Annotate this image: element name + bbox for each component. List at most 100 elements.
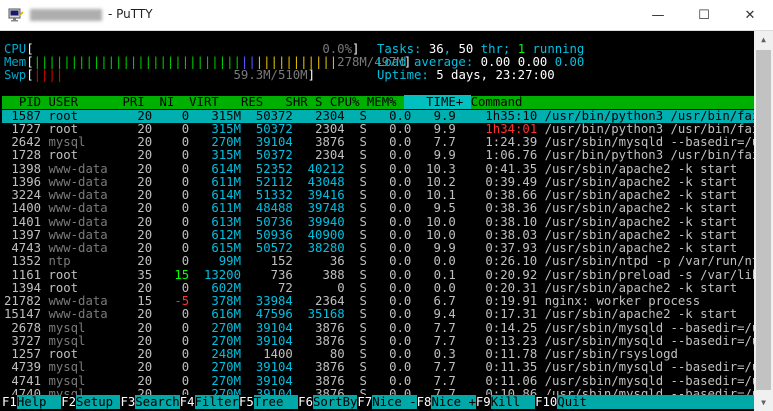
fkey-f4[interactable]: F4 <box>179 395 195 409</box>
window-titlebar[interactable]: - PuTTY — ☐ ✕ <box>0 0 773 31</box>
cell-res: 39104 <box>255 320 293 335</box>
table-row-selected[interactable]: 1587 root 20 0 315M 50372 2304 S 0.0 9.9… <box>2 108 754 123</box>
fkey-f9[interactable]: F9 <box>475 395 491 409</box>
fkey-f6[interactable]: F6 <box>298 395 313 409</box>
cell-shr: 43048 <box>307 174 345 189</box>
cell-res: 39104 <box>255 373 293 388</box>
col-ni[interactable]: NI <box>160 95 175 109</box>
table-row[interactable]: 1161 root 35 15 13200 736 388 S 0.0 0.1 … <box>4 268 754 282</box>
fkey-f8[interactable]: F8 <box>416 395 432 409</box>
cell-pri: 20 <box>137 214 153 229</box>
cell-cpu: 0.0 <box>389 135 412 149</box>
col-cpu[interactable]: CPU% <box>330 95 360 109</box>
table-row[interactable]: 15147 www-data 20 0 616M 47596 35168 S 0… <box>4 308 737 321</box>
table-row[interactable]: 1352 ntp 20 0 99M 152 36 S 0.0 0.0 0:26.… <box>4 255 754 268</box>
cell-res: 47596 <box>255 307 293 322</box>
table-row[interactable]: 1257 root 20 0 248M 1400 80 S 0.0 0.3 0:… <box>4 347 678 361</box>
fkey-f7[interactable]: F7 <box>357 395 373 409</box>
cell-pid: 2642 <box>11 135 42 149</box>
table-row[interactable]: 1394 root 20 0 602M 72 0 S 0.0 0.0 0:20.… <box>4 280 738 295</box>
cell-pid: 4741 <box>11 373 42 388</box>
cell-time: 0:39.49 <box>485 174 538 189</box>
cell-pri: 20 <box>137 227 153 242</box>
cell-pid: 1727 <box>11 121 42 136</box>
cell-time: 0:37.93 <box>485 241 538 255</box>
col-time[interactable]: TIME+ <box>403 95 471 109</box>
table-row[interactable]: 3224 www-data 20 0 614M 51332 39416 S 0.… <box>4 188 737 202</box>
fkey-label[interactable]: Filter <box>194 395 239 409</box>
vertical-scrollbar[interactable]: ▲ ▼ <box>754 31 773 411</box>
col-res[interactable]: RES <box>241 95 263 109</box>
fkey-label[interactable]: Nice - <box>372 395 417 409</box>
function-key-bar[interactable]: F1Help F2Setup F3SearchF4FilterF5Tree F6… <box>2 395 754 409</box>
scroll-down-icon[interactable]: ▼ <box>754 394 773 411</box>
col-user[interactable]: USER <box>48 95 78 109</box>
col-virt[interactable]: VIRT <box>189 95 219 109</box>
cell-virt: 99M <box>218 254 241 269</box>
table-row[interactable]: 4739 mysql 20 0 270M 39104 3876 S 0.0 7.… <box>4 361 754 374</box>
table-row[interactable]: 2678 mysql 20 0 270M 39104 3876 S 0.0 7.… <box>4 320 754 335</box>
fkey-label[interactable]: SortBy <box>312 395 358 409</box>
fkey-label[interactable]: Setup <box>76 395 121 409</box>
table-row[interactable]: 4741 mysql 20 0 270M 39104 3876 S 0.0 7.… <box>4 373 754 388</box>
cell-res: 50372 <box>255 108 293 123</box>
cell-pri: 20 <box>137 135 153 149</box>
table-row[interactable]: 3727 mysql 20 0 270M 39104 3876 S 0.0 7.… <box>4 334 754 348</box>
process-table-header[interactable]: PID USER PRI NI VIRT RES SHR S CPU% MEM%… <box>2 95 754 110</box>
cell-shr: 40900 <box>307 227 345 242</box>
fkey-f10[interactable]: F10 <box>535 395 558 409</box>
table-row[interactable]: 2642 mysql 20 0 270M 39104 3876 S 0.0 7.… <box>4 135 754 149</box>
cell-res: 72 <box>278 280 293 295</box>
col-pid[interactable]: PID <box>19 95 41 109</box>
fkey-label[interactable]: Search <box>135 395 180 409</box>
fkey-label[interactable]: Nice + <box>431 395 476 409</box>
cell-mem: 10.2 <box>426 174 456 189</box>
fkey-label[interactable]: Kill <box>490 395 536 409</box>
scrollbar-thumb[interactable] <box>756 50 771 390</box>
col-pri[interactable]: PRI <box>122 95 144 109</box>
table-row[interactable]: 1727 root 20 0 315M 50372 2304 S 0.0 9.9… <box>4 121 754 136</box>
cell-pid: 1396 <box>11 174 42 189</box>
cell-s: S <box>359 108 367 123</box>
scroll-up-icon[interactable]: ▲ <box>754 31 773 48</box>
fkey-label[interactable]: Quit <box>557 395 587 409</box>
cell-cmd: /usr/sbin/apache2 -k start <box>544 280 738 295</box>
minimize-icon: — <box>651 8 665 23</box>
cell-user: www-data <box>48 161 108 176</box>
maximize-button[interactable]: ☐ <box>681 0 727 31</box>
table-row[interactable]: 1396 www-data 20 0 611M 52112 43048 S 0.… <box>4 174 737 189</box>
cell-time: 1h34:01 <box>485 121 538 136</box>
cell-cmd: /usr/sbin/mysqld --basedir=/usr <box>544 373 754 388</box>
load-1: 0.00 <box>480 55 511 69</box>
cell-time: 0:19.91 <box>485 294 538 308</box>
table-row[interactable]: 1400 www-data 20 0 611M 48488 39748 S 0.… <box>4 202 737 215</box>
table-row[interactable]: 21782 www-data 15 -5 378M 33984 2364 S 0… <box>4 294 700 308</box>
cell-res: 48488 <box>255 201 293 216</box>
fkey-f1[interactable]: F1 <box>2 395 17 409</box>
table-row[interactable]: 1397 www-data 20 0 612M 50936 40900 S 0.… <box>4 227 737 242</box>
cell-cpu: 0.0 <box>389 360 412 375</box>
putty-app-icon[interactable] <box>8 7 24 23</box>
fkey-label[interactable]: Tree <box>253 395 299 409</box>
table-row[interactable]: 1398 www-data 20 0 614M 52352 40212 S 0.… <box>4 161 737 176</box>
terminal-area[interactable]: CPU[ 0.0%] Mem[|||||||||||||||||||||||||… <box>2 31 754 411</box>
load-15: 0.00 <box>554 55 585 69</box>
cell-cpu: 0.0 <box>389 307 412 322</box>
cell-s: S <box>359 373 367 388</box>
col-mem[interactable]: MEM% <box>367 95 397 109</box>
fkey-f2[interactable]: F2 <box>61 395 77 409</box>
cell-cpu: 0.0 <box>389 174 412 189</box>
fkey-f5[interactable]: F5 <box>238 395 254 409</box>
col-command[interactable]: Command <box>471 95 523 109</box>
cell-user: root <box>48 121 79 136</box>
minimize-button[interactable]: — <box>635 0 681 31</box>
cell-pid: 4739 <box>11 360 42 375</box>
table-row[interactable]: 1401 www-data 20 0 613M 50736 39940 S 0.… <box>4 214 737 229</box>
table-row[interactable]: 4743 www-data 20 0 615M 50572 38280 S 0.… <box>4 241 737 255</box>
cell-pri: 20 <box>137 201 153 216</box>
table-row[interactable]: 1728 root 20 0 315M 50372 2304 S 0.0 9.9… <box>4 149 754 162</box>
fkey-label[interactable]: Help <box>16 395 62 409</box>
fkey-f3[interactable]: F3 <box>120 395 136 409</box>
col-shr[interactable]: SHR <box>285 95 307 109</box>
close-button[interactable]: ✕ <box>727 0 773 31</box>
